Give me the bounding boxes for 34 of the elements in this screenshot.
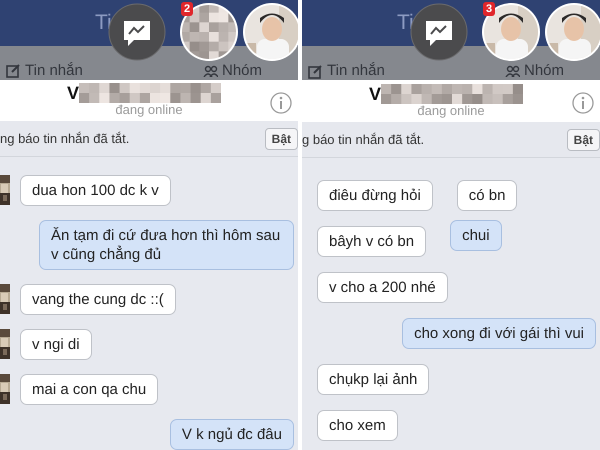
contact-name: V	[368, 84, 381, 104]
message-bubble: có bn	[456, 180, 518, 211]
people-icon	[202, 64, 218, 77]
enable-button[interactable]: Bật	[264, 128, 298, 150]
message-bubble: dua hon 100 dc k v	[20, 175, 171, 206]
contact-name: V	[66, 83, 79, 104]
notice-text: ng báo tin nhắn đã tắt.	[0, 130, 130, 148]
online-status: đang online	[115, 103, 183, 118]
message-bubble: V k ngủ đc đâu	[170, 419, 294, 450]
people-icon	[504, 65, 520, 77]
tab-label[interactable]: Tin nhắn	[25, 62, 83, 79]
message-bubble: Ăn tạm đi cứ đưa hơn thì hôm sau v cũng chẳng đủ	[39, 220, 294, 270]
tab-label[interactable]: Tin nhắn	[327, 63, 385, 79]
message-bubble: điêu đừng hỏi	[317, 180, 433, 211]
message-bubble: vang the cung dc ::(	[20, 284, 176, 316]
message-bubble: bâyh v có bn	[317, 226, 426, 257]
online-status: đang online	[417, 104, 485, 118]
tab-label[interactable]: Nhóm	[222, 62, 262, 79]
message-bubble: v ngi di	[20, 329, 92, 360]
message-bubble: v cho a 200 nhé	[317, 272, 448, 303]
compose-icon	[6, 63, 21, 78]
tab-label[interactable]: Nhóm	[524, 63, 564, 79]
message-bubble: chụkp lại ảnh	[317, 364, 430, 395]
compose-icon	[308, 64, 323, 78]
info-icon[interactable]	[270, 92, 292, 114]
message-bubble: chui	[450, 220, 502, 251]
info-icon[interactable]	[572, 92, 594, 114]
message-bubble: mai a con qa chu	[20, 374, 158, 406]
count-badge: 3	[483, 2, 496, 16]
count-badge: 2	[181, 2, 194, 16]
message-bubble: cho xem	[317, 410, 398, 441]
enable-button[interactable]: Bật	[566, 128, 600, 150]
notice-text: g báo tin nhắn đã tắt.	[302, 130, 424, 149]
message-bubble: cho xong đi với gái thì vui	[402, 318, 596, 349]
